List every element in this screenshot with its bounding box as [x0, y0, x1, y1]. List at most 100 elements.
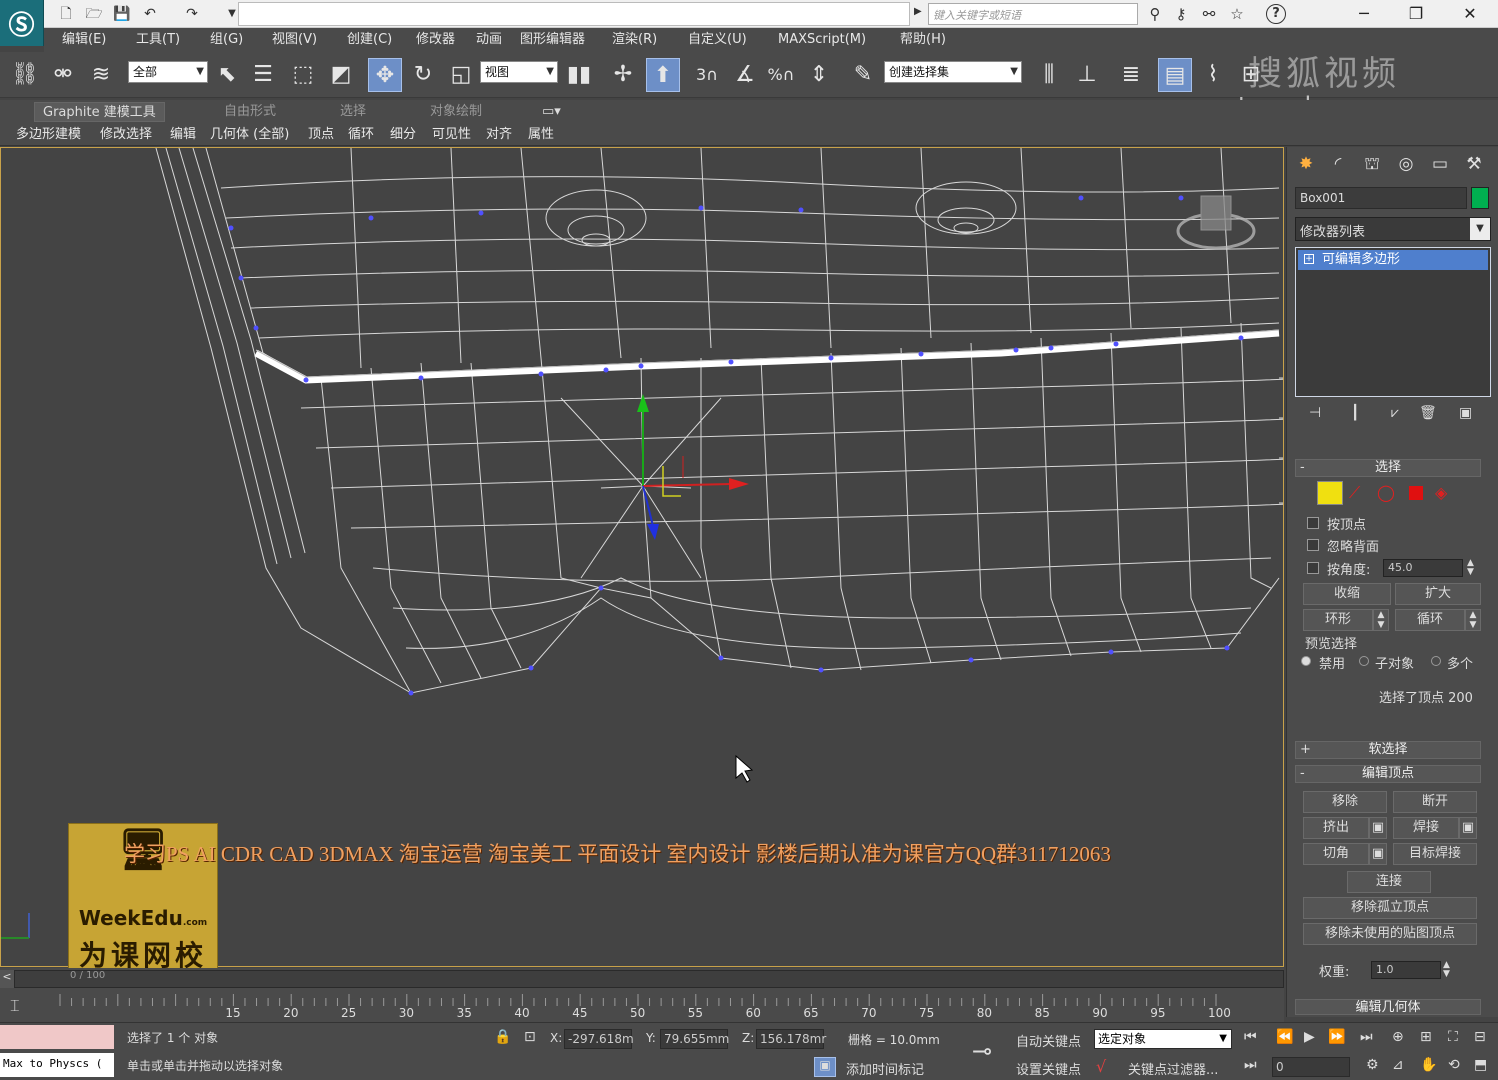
menu-tools[interactable]: 工具(T): [136, 28, 180, 52]
pan-view-icon[interactable]: ✋: [1420, 1057, 1437, 1073]
goto-end-icon[interactable]: ⏭: [1360, 1029, 1373, 1045]
maxscript-listener-mini[interactable]: [0, 1025, 114, 1049]
select-by-name-icon[interactable]: ☰: [246, 58, 280, 92]
window-crossing-icon[interactable]: ◩: [324, 58, 358, 92]
rect-selection-icon[interactable]: ⬚: [286, 58, 320, 92]
expand-plus-icon[interactable]: +: [1304, 254, 1314, 264]
named-selection-sets-dropdown[interactable]: 创建选择集 ▼: [884, 61, 1022, 83]
break-button[interactable]: 断开: [1393, 791, 1477, 813]
panel-vertices[interactable]: 顶点: [308, 125, 334, 145]
menu-rendering[interactable]: 渲染(R): [612, 28, 657, 52]
weld-button[interactable]: 焊接: [1393, 817, 1459, 839]
layer-manager-icon[interactable]: ≣: [1114, 58, 1148, 92]
edit-named-selection-icon[interactable]: ✎: [846, 58, 880, 92]
show-end-result-icon[interactable]: ┃: [1351, 405, 1359, 421]
curve-editor-icon[interactable]: ⌇: [1196, 58, 1230, 92]
menu-maxscript[interactable]: MAXScript(M): [778, 28, 866, 52]
ring-spinner-icon[interactable]: ▲ ▼: [1373, 609, 1389, 631]
panel-subdivision[interactable]: 细分: [390, 125, 416, 145]
ignore-backface-checkbox[interactable]: [1307, 539, 1319, 551]
loop-spinner-icon[interactable]: ▲ ▼: [1465, 609, 1481, 631]
select-scale-icon[interactable]: ◱: [444, 58, 478, 92]
extrude-settings-icon[interactable]: ▣: [1369, 817, 1387, 839]
search-input[interactable]: 键入关键字或短语: [928, 3, 1138, 25]
save-icon[interactable]: 💾: [112, 4, 132, 24]
y-coordinate-field[interactable]: 79.655mm: [660, 1029, 729, 1049]
orbit-icon[interactable]: ⟲: [1448, 1057, 1460, 1073]
spinner-snap-icon[interactable]: ⇕: [802, 58, 836, 92]
keyboard-shortcut-override-icon[interactable]: ⬆: [646, 58, 680, 92]
maximize-viewport-icon[interactable]: ⬒: [1474, 1057, 1487, 1073]
angle-spinner[interactable]: 45.0: [1383, 559, 1463, 577]
new-file-icon[interactable]: 🗋: [56, 4, 76, 24]
modify-tab-icon[interactable]: ◜: [1325, 151, 1351, 177]
exchange-icon[interactable]: ⚯: [1198, 4, 1220, 24]
percent-snap-icon[interactable]: %∩: [764, 58, 798, 92]
object-name-field[interactable]: Box001: [1295, 187, 1467, 209]
menu-edit[interactable]: 编辑(E): [62, 28, 106, 52]
hierarchy-tab-icon[interactable]: ⛫: [1359, 151, 1385, 177]
redo-icon[interactable]: ↷: [182, 4, 202, 24]
make-unique-icon[interactable]: ⩗: [1391, 405, 1399, 421]
rollout-edit-geometry-header[interactable]: 编辑几何体: [1295, 999, 1481, 1015]
panel-visibility[interactable]: 可见性: [432, 125, 471, 145]
goto-start-icon[interactable]: ⏮: [1244, 1029, 1257, 1045]
auto-key-button[interactable]: 自动关键点: [1016, 1031, 1081, 1050]
rollout-selection-header[interactable]: - 选择: [1295, 459, 1481, 477]
modifier-list-dropdown[interactable]: 修改器列表 ▼: [1295, 217, 1491, 241]
menu-graph-editors[interactable]: 图形编辑器: [520, 28, 585, 52]
pivot-center-icon[interactable]: ▮▮: [562, 58, 596, 92]
ring-button[interactable]: 环形: [1303, 609, 1373, 631]
tab-selection[interactable]: 选择: [340, 102, 366, 122]
key-filters-button[interactable]: 关键点过滤器...: [1128, 1059, 1218, 1078]
weight-spinner-arrows-icon[interactable]: ▲ ▼: [1443, 961, 1450, 979]
graphite-toggle-icon[interactable]: ▤: [1158, 58, 1192, 92]
menu-view[interactable]: 视图(V): [272, 28, 317, 52]
rollout-edit-vertices-header[interactable]: - 编辑顶点: [1295, 765, 1481, 783]
play-icon[interactable]: ▶: [1304, 1029, 1315, 1045]
target-weld-button[interactable]: 目标焊接: [1393, 843, 1477, 865]
extrude-button[interactable]: 挤出: [1303, 817, 1369, 839]
panel-polygon-modeling[interactable]: 多边形建模: [16, 125, 81, 145]
bind-space-warp-icon[interactable]: ≋: [84, 58, 118, 92]
set-key-button[interactable]: 设置关键点: [1016, 1059, 1081, 1078]
close-button[interactable]: ✕: [1444, 0, 1496, 28]
border-mode-icon[interactable]: ◯: [1377, 483, 1395, 502]
rollout-soft-selection-header[interactable]: + 软选择: [1295, 741, 1481, 759]
panel-align[interactable]: 对齐: [486, 125, 512, 145]
remove-unused-map-verts-button[interactable]: 移除未使用的贴图顶点: [1303, 923, 1477, 945]
menu-modifiers[interactable]: 修改器: [416, 28, 455, 52]
help-icon[interactable]: ?: [1266, 4, 1286, 24]
panel-geometry-all[interactable]: 几何体 (全部): [210, 125, 289, 145]
menu-group[interactable]: 组(G): [210, 28, 243, 52]
favorites-star-icon[interactable]: ☆: [1226, 4, 1248, 24]
z-coordinate-field[interactable]: 156.178mr: [756, 1029, 826, 1049]
angle-spinner-arrows-icon[interactable]: ▲ ▼: [1467, 559, 1474, 577]
grow-button[interactable]: 扩大: [1395, 583, 1481, 605]
remove-modifier-icon[interactable]: 🗑: [1419, 405, 1437, 421]
mirror-icon[interactable]: ⫼: [1032, 58, 1066, 92]
menu-customize[interactable]: 自定义(U): [688, 28, 747, 52]
menu-animation[interactable]: 动画: [476, 28, 502, 52]
panel-edit[interactable]: 编辑: [170, 125, 196, 145]
undo-icon[interactable]: ↶: [140, 4, 160, 24]
loop-button[interactable]: 循环: [1395, 609, 1465, 631]
zoom-extents-all-icon[interactable]: ⊟: [1474, 1029, 1486, 1045]
panel-modify-selection[interactable]: 修改选择: [100, 125, 152, 145]
time-slider-prev-icon[interactable]: <: [0, 970, 14, 988]
selection-lock-icon[interactable]: 🔒: [494, 1029, 511, 1045]
link-icon[interactable]: ⛓: [8, 58, 42, 92]
zoom-icon[interactable]: ⊕: [1392, 1029, 1404, 1045]
reference-coordinate-dropdown[interactable]: 视图 ▼: [480, 61, 558, 83]
key-mode-dropdown[interactable]: 选定对象 ▼: [1094, 1029, 1232, 1049]
modifier-stack[interactable]: + 可编辑多边形: [1295, 247, 1491, 397]
add-time-tag[interactable]: 添加时间标记: [846, 1059, 924, 1078]
selection-filter-dropdown[interactable]: 全部 ▼: [128, 61, 208, 83]
field-of-view-icon[interactable]: ⊿: [1392, 1057, 1404, 1073]
preview-subobject-radio[interactable]: [1359, 656, 1369, 666]
edge-mode-icon[interactable]: ⟋: [1349, 483, 1360, 503]
tab-object-paint[interactable]: 对象绘制: [430, 102, 482, 122]
pin-stack-icon[interactable]: ⊣: [1309, 405, 1321, 421]
remove-button[interactable]: 移除: [1303, 791, 1387, 813]
current-frame-field[interactable]: 0: [1272, 1057, 1350, 1077]
